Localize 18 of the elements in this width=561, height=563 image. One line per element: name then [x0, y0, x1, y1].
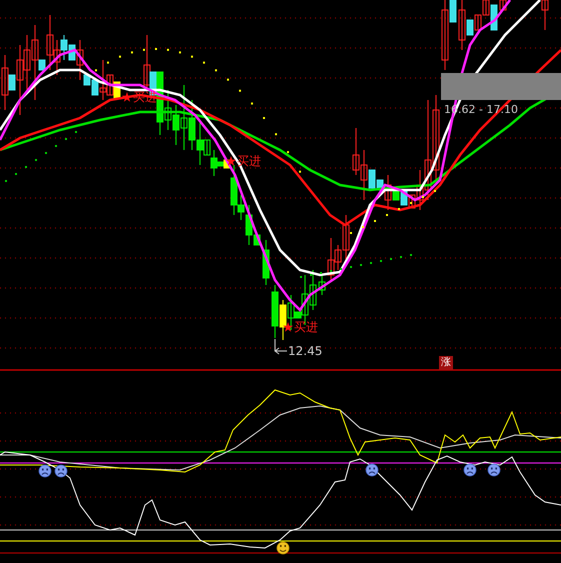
sad-face-icon: [464, 464, 476, 476]
low-price-label: 12.45: [288, 344, 322, 358]
rise-badge: 涨: [439, 356, 453, 370]
candlestick: [262, 240, 270, 286]
buy-signal-label: 买进: [294, 320, 318, 334]
sad-face-icon: [54, 464, 68, 478]
star-icon: [226, 156, 236, 166]
star-icon: [122, 92, 132, 102]
sad-face-icon: [488, 464, 500, 476]
arrow-icon: [274, 338, 288, 354]
candlestick: [500, 0, 506, 10]
smiley-face-icon: [276, 542, 290, 554]
candlestick: [542, 0, 548, 30]
buy-signal-label: 买进: [237, 154, 261, 168]
candlestick: [318, 274, 326, 296]
sad-face-icon: [38, 464, 52, 478]
star-icon: [283, 322, 293, 332]
sad-face-icon: [366, 464, 378, 476]
